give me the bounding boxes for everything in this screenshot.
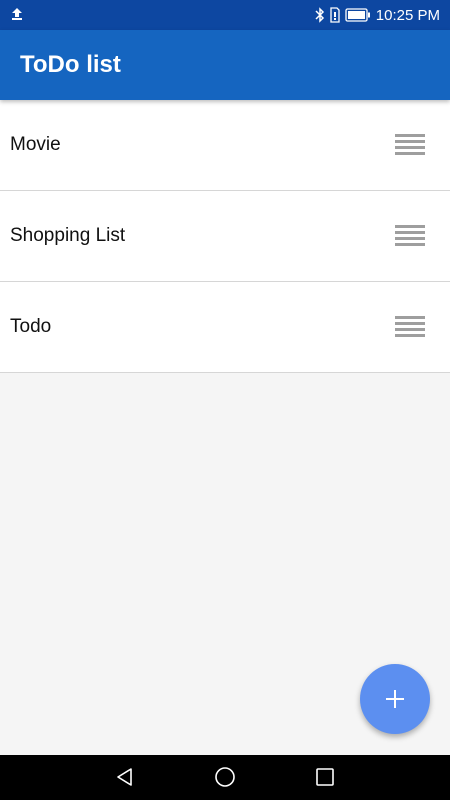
list-item-shopping-list[interactable]: Shopping List — [0, 191, 450, 282]
battery-icon — [345, 8, 371, 22]
app-bar: ToDo list — [0, 30, 450, 100]
status-bar: 10:25 PM — [0, 0, 450, 30]
add-list-button[interactable] — [360, 664, 430, 734]
status-right: 10:25 PM — [315, 0, 440, 30]
list-item-todo[interactable]: Todo — [0, 282, 450, 373]
status-time: 10:25 PM — [375, 6, 440, 24]
bluetooth-icon — [315, 7, 325, 23]
upload-icon — [10, 7, 24, 21]
plus-icon — [386, 690, 404, 708]
nav-bar — [0, 755, 450, 800]
screen: 10:25 PM ToDo list Movie Shopping List T… — [0, 0, 450, 800]
drag-handle-icon[interactable] — [395, 225, 425, 247]
drag-handle-icon[interactable] — [395, 316, 425, 338]
sim-icon — [330, 7, 340, 23]
back-icon[interactable] — [113, 765, 137, 789]
list-item-movie[interactable]: Movie — [0, 100, 450, 191]
list-item-label: Shopping List — [10, 225, 126, 246]
list-item-label: Movie — [10, 134, 61, 155]
home-icon[interactable] — [213, 765, 237, 789]
todo-lists: Movie Shopping List Todo — [0, 100, 450, 373]
recents-icon[interactable] — [313, 765, 337, 789]
drag-handle-icon[interactable] — [395, 134, 425, 156]
app-title: ToDo list — [20, 51, 121, 78]
list-item-label: Todo — [10, 316, 52, 337]
